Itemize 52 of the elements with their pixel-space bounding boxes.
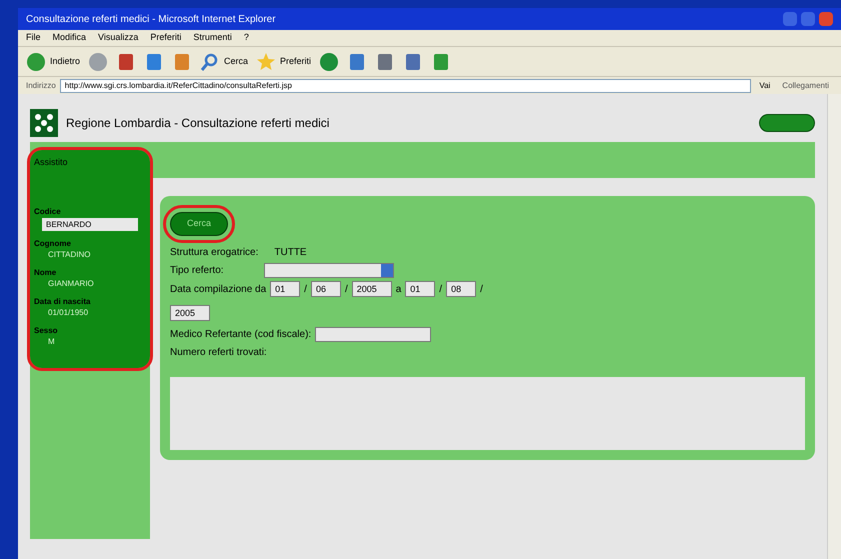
report-type-label: Tipo referto: (170, 264, 224, 278)
date-input[interactable]: 2005 (170, 305, 210, 321)
menu-item[interactable]: File (26, 31, 41, 45)
toolbar-label[interactable]: Indietro (50, 54, 80, 68)
date-input[interactable]: 01 (405, 281, 436, 297)
panel-title: Assistito (34, 156, 69, 169)
code-field[interactable]: BERNARDO (42, 218, 138, 230)
field-label: Cognome (34, 238, 72, 250)
toolbar-label[interactable]: Cerca (224, 54, 248, 68)
close-button[interactable] (819, 12, 833, 26)
window-title: Consultazione referti medici - Microsoft Internet Explorer (26, 12, 277, 26)
field-label: Codice (34, 206, 62, 218)
date-separator: / (480, 282, 483, 296)
scrollbar[interactable] (827, 94, 841, 559)
date-input[interactable]: 2005 (352, 281, 392, 297)
structure-label: Struttura erogatrice: (170, 246, 258, 260)
date-label: Data compilazione da (170, 282, 266, 296)
date-separator: / (439, 282, 442, 296)
minimize-button[interactable] (783, 12, 797, 26)
field-label: Data di nascita (34, 296, 92, 308)
page-title: Regione Lombardia - Consultazione referti medici (66, 115, 330, 132)
field-label: Nome (34, 266, 58, 278)
doctor-label: Medico Refertante (cod fiscale): (170, 328, 312, 342)
menu-item[interactable]: Modifica (52, 31, 86, 45)
date-separator: / (344, 282, 348, 296)
menu-item[interactable]: Preferiti (150, 31, 182, 45)
report-type-select[interactable] (264, 263, 394, 278)
go-button[interactable]: Vai (755, 80, 774, 92)
results-count-label: Numero referti trovati: (170, 346, 268, 360)
field-label: Sesso (34, 324, 59, 336)
field-value: GIANMARIO (47, 278, 95, 288)
logo-icon (30, 109, 58, 137)
toolbar-label[interactable]: Preferiti (280, 54, 312, 68)
date-input[interactable]: 06 (310, 281, 341, 297)
exit-button[interactable] (759, 114, 815, 132)
address-field[interactable]: http://www.sgi.crs.lombardia.it/ReferCittadino/consultaReferti.jsp (60, 78, 752, 92)
date-input[interactable]: 08 (446, 281, 476, 297)
address-label: Indirizzo (26, 80, 56, 92)
date-separator: / (304, 282, 307, 296)
field-value: M (47, 336, 56, 346)
date-range-label: a (396, 282, 402, 296)
menu-item[interactable]: Visualizza (98, 31, 138, 45)
star-icon[interactable] (256, 52, 276, 72)
field-value: CITTADINO (47, 250, 92, 260)
field-value: 01/01/1950 (47, 308, 90, 318)
links-label[interactable]: Collegamenti (778, 80, 833, 92)
structure-value: TUTTE (274, 246, 307, 260)
maximize-button[interactable] (801, 12, 815, 26)
menu-item[interactable]: ? (244, 31, 249, 45)
menu-item[interactable]: Strumenti (193, 31, 232, 45)
date-input[interactable]: 01 (270, 281, 300, 297)
doctor-field[interactable] (315, 327, 432, 342)
